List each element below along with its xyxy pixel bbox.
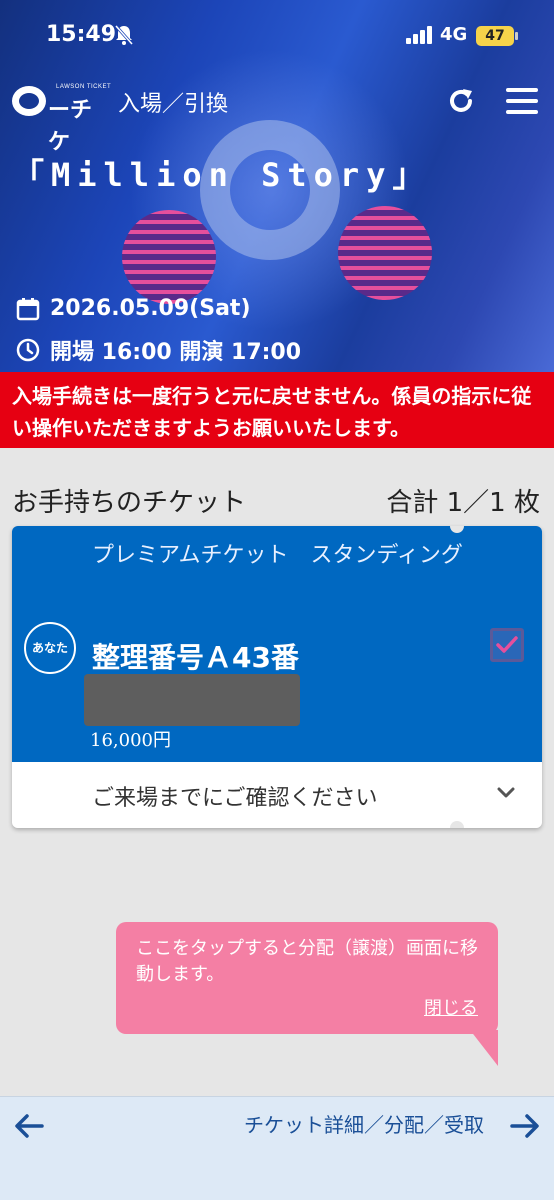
- ticket-card[interactable]: プレミアムチケット スタンディング あなた 整理番号Ａ43番 16,000円 ご…: [12, 526, 542, 828]
- logo-o-mark: [12, 86, 46, 116]
- ticket-type: プレミアムチケット スタンディング: [92, 543, 463, 568]
- arrow-right-icon[interactable]: [510, 1113, 540, 1139]
- tooltip-message: ここをタップすると分配（譲渡）画面に移動します。: [136, 938, 478, 985]
- ticket-notch-bottom: [450, 821, 464, 828]
- confirm-accordion[interactable]: ご来場までにご確認ください: [12, 762, 542, 828]
- arrow-left-icon[interactable]: [14, 1113, 44, 1139]
- signal-icon: [406, 26, 436, 44]
- lawson-ticket-logo[interactable]: LAWSON TICKET ーチケ: [12, 84, 112, 155]
- decorative-zigzag-circle-left: [122, 210, 216, 304]
- event-times: 開場 16:00 開演 17:00: [50, 340, 302, 365]
- refresh-icon[interactable]: [446, 86, 476, 116]
- chevron-down-icon[interactable]: [496, 786, 516, 800]
- page-title: 入場／引換: [118, 92, 229, 117]
- ticket-body[interactable]: プレミアムチケット スタンディング あなた 整理番号Ａ43番 16,000円: [12, 526, 542, 762]
- network-type: 4G: [440, 24, 468, 45]
- tickets-section-header: お手持ちのチケット 合計 1／1 枚: [12, 478, 542, 518]
- event-date: 2026.05.09(Sat): [50, 296, 251, 321]
- battery-icon: 47: [476, 26, 518, 46]
- distribution-tooltip[interactable]: ここをタップすると分配（譲渡）画面に移動します。 閉じる: [116, 922, 498, 1034]
- confirm-label: ご来場までにご確認ください: [92, 786, 378, 811]
- owner-badge: あなた: [24, 622, 76, 674]
- calendar-icon: [16, 297, 40, 320]
- logo-text: ーチケ: [48, 98, 93, 155]
- event-header: 15:49 4G 47 LAWSON TICKET ーチケ 入場／引換 「Mil…: [0, 0, 554, 372]
- menu-icon[interactable]: [506, 88, 538, 114]
- clock-icon: [16, 338, 40, 362]
- logo-small-text: LAWSON TICKET: [56, 84, 112, 90]
- check-icon: [496, 636, 518, 653]
- warning-banner: 入場手続きは一度行うと元に戻せません。係員の指示に従い操作いただきますようお願い…: [0, 372, 554, 448]
- tooltip-pointer: [470, 1030, 498, 1066]
- redacted-seat-info: [84, 674, 300, 726]
- ticket-price: 16,000円: [90, 730, 171, 751]
- tickets-total: 合計 1／1 枚: [386, 488, 540, 518]
- nav-bar: LAWSON TICKET ーチケ 入場／引換: [0, 76, 554, 155]
- ticket-number: 整理番号Ａ43番: [92, 641, 299, 674]
- status-time: 15:49: [46, 22, 117, 47]
- event-title: 「Million Story」: [12, 156, 432, 194]
- event-date-row: 2026.05.09(Sat): [16, 296, 251, 321]
- event-time-row: 開場 16:00 開演 17:00: [16, 334, 301, 366]
- tooltip-close-link[interactable]: 閉じる: [424, 996, 478, 1022]
- tickets-section-title: お手持ちのチケット: [12, 488, 247, 518]
- bottom-nav-bar: チケット詳細／分配／受取: [0, 1096, 554, 1200]
- ticket-detail-link[interactable]: チケット詳細／分配／受取: [244, 1109, 484, 1138]
- ticket-checkbox[interactable]: [490, 628, 524, 662]
- status-bar: 15:49 4G 47: [0, 20, 554, 54]
- decorative-zigzag-circle-right: [338, 206, 432, 300]
- mute-bell-icon: [114, 24, 134, 51]
